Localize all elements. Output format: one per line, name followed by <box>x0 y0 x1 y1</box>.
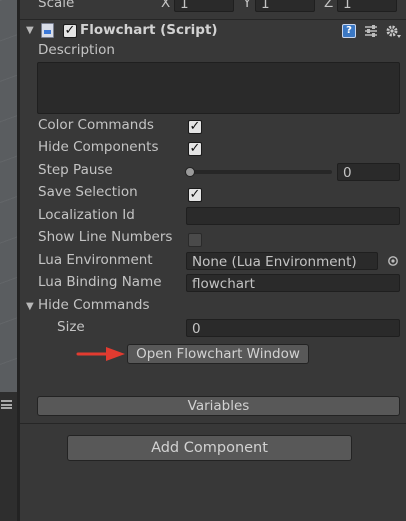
scale-z-label[interactable]: Z <box>324 0 333 11</box>
description-textarea[interactable] <box>37 62 400 114</box>
localization-id-label: Localization Id <box>38 207 135 223</box>
open-flowchart-window-button[interactable]: Open Flowchart Window <box>127 344 309 364</box>
lua-binding-name-label: Lua Binding Name <box>38 274 162 290</box>
hide-components-label: Hide Components <box>38 139 159 155</box>
gear-icon[interactable] <box>385 23 401 39</box>
scale-y-label[interactable]: Y <box>243 0 251 11</box>
hierarchy-panel-edge <box>0 392 17 521</box>
component-separator <box>20 19 406 20</box>
script-icon <box>41 23 54 38</box>
variables-button[interactable]: Variables <box>37 396 400 416</box>
object-picker-icon[interactable] <box>387 255 399 267</box>
step-pause-slider-track[interactable] <box>189 170 332 174</box>
step-pause-field[interactable]: 0 <box>337 163 400 181</box>
scale-label: Scale <box>38 0 75 11</box>
presets-icon[interactable] <box>364 24 378 38</box>
component-enabled-checkbox[interactable]: ✓ <box>63 24 77 38</box>
step-pause-label: Step Pause <box>38 162 113 178</box>
lua-environment-field[interactable]: None (Lua Environment) <box>186 252 378 270</box>
show-line-numbers-checkbox[interactable] <box>188 233 202 247</box>
component-title: Flowchart (Script) <box>80 22 218 38</box>
scale-x-label[interactable]: X <box>161 0 170 11</box>
size-label: Size <box>57 319 85 335</box>
component-foldout-icon[interactable]: ▼ <box>26 25 34 36</box>
step-pause-slider-knob[interactable] <box>185 167 195 177</box>
scale-z-field[interactable]: 1 <box>337 0 397 12</box>
add-component-button[interactable]: Add Component <box>67 435 352 461</box>
hamburger-icon[interactable] <box>1 400 12 409</box>
lua-binding-name-field[interactable]: flowchart <box>186 274 400 292</box>
help-icon[interactable]: ? <box>342 24 356 38</box>
lua-environment-label: Lua Environment <box>38 252 153 268</box>
scale-y-field[interactable]: 1 <box>255 0 315 12</box>
scale-x-field[interactable]: 1 <box>174 0 234 12</box>
size-field[interactable]: 0 <box>186 319 400 337</box>
hide-commands-foldout-icon[interactable]: ▼ <box>26 301 34 312</box>
red-arrow-icon <box>76 346 126 362</box>
color-commands-checkbox[interactable]: ✓ <box>188 120 202 134</box>
color-commands-label: Color Commands <box>38 117 154 133</box>
description-label: Description <box>38 42 115 58</box>
inspector-bottom-separator <box>20 423 406 424</box>
scene-view-strip <box>0 0 17 521</box>
show-line-numbers-label: Show Line Numbers <box>38 229 173 245</box>
save-selection-checkbox[interactable]: ✓ <box>188 188 202 202</box>
hide-commands-label[interactable]: Hide Commands <box>38 297 150 313</box>
localization-id-field[interactable] <box>186 207 400 225</box>
hide-components-checkbox[interactable]: ✓ <box>188 142 202 156</box>
save-selection-label: Save Selection <box>38 184 138 200</box>
